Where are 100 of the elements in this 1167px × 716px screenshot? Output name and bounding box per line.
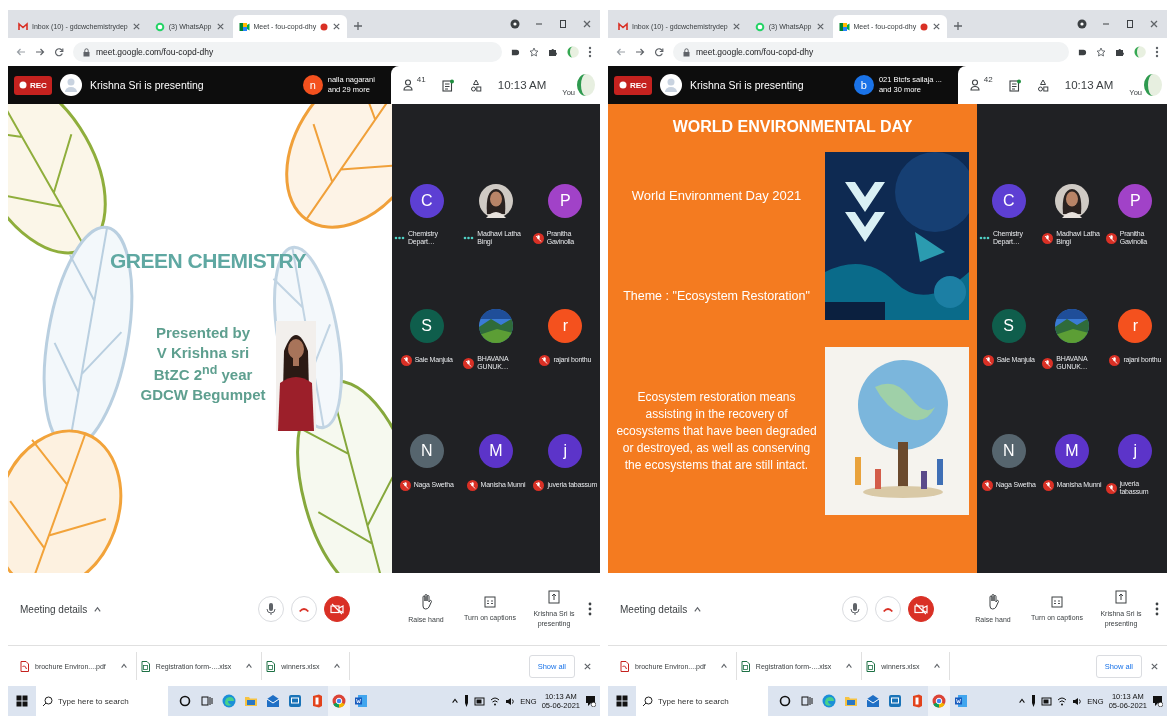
windows-logo-icon[interactable] — [16, 695, 28, 707]
folder-icon[interactable] — [844, 694, 858, 708]
caret-icon[interactable] — [1018, 697, 1027, 705]
mail-icon — [18, 21, 28, 32]
captions-icon — [484, 595, 496, 608]
spreadsheet-file-icon — [140, 660, 150, 672]
browser-icon[interactable] — [222, 694, 236, 708]
search-field[interactable]: Type here to search — [58, 696, 168, 706]
new-tab-icon[interactable] — [953, 21, 964, 31]
circle-icon[interactable] — [779, 695, 791, 707]
record-icon[interactable] — [1077, 19, 1087, 29]
more-icon[interactable] — [588, 602, 592, 616]
star-icon[interactable] — [529, 47, 539, 57]
document-icon[interactable] — [354, 694, 368, 708]
browser-icon[interactable] — [822, 694, 836, 708]
participant-avatar: N — [991, 434, 1026, 468]
close-icon[interactable] — [583, 661, 592, 671]
star-icon[interactable] — [1096, 47, 1106, 57]
meeting-details-button[interactable]: Meeting details — [16, 599, 107, 619]
lock-icon — [83, 47, 90, 57]
task-view-icon[interactable] — [201, 695, 213, 707]
profile-icon[interactable] — [576, 73, 596, 97]
avatar-icon — [59, 74, 82, 96]
puzzle-icon[interactable] — [1115, 47, 1125, 57]
hang-up-button[interactable] — [291, 596, 317, 622]
notification-icon[interactable] — [1152, 695, 1163, 707]
slide-title: WORLD ENVIRONMENTAL DAY — [671, 117, 914, 136]
record-dot-icon — [19, 81, 27, 89]
task-view-icon[interactable] — [801, 695, 813, 707]
notification-icon[interactable] — [585, 695, 596, 707]
camera-button[interactable] — [907, 596, 934, 622]
profile-icon[interactable] — [1143, 73, 1163, 97]
maximize-icon[interactable] — [1125, 19, 1135, 29]
battery-icon[interactable] — [474, 696, 486, 706]
maximize-icon[interactable] — [558, 19, 568, 29]
address-field[interactable]: meet.google.com/fou-copd-dhy — [673, 42, 1069, 62]
more-icon[interactable] — [1155, 46, 1159, 58]
camera-button[interactable] — [324, 596, 350, 622]
chat-icon[interactable] — [1008, 78, 1021, 92]
reload-icon[interactable] — [54, 47, 64, 57]
activities-icon[interactable] — [469, 78, 482, 92]
extension-icon[interactable] — [511, 47, 520, 57]
hand-icon — [420, 593, 432, 610]
close-icon[interactable] — [1149, 19, 1159, 29]
reload-icon[interactable] — [654, 47, 664, 57]
mail-icon[interactable] — [866, 694, 880, 708]
profile-icon[interactable] — [1134, 46, 1146, 58]
meeting-details-button[interactable]: Meeting details — [616, 599, 707, 619]
browser-icon[interactable] — [932, 694, 946, 708]
pen-icon[interactable] — [1031, 695, 1037, 707]
microphone-button[interactable] — [841, 596, 868, 622]
monitor-icon[interactable] — [288, 694, 302, 708]
close-icon[interactable] — [131, 22, 141, 31]
app-icon[interactable] — [911, 694, 923, 708]
record-icon[interactable] — [510, 19, 520, 29]
present-icon — [548, 589, 560, 604]
participant-avatar: P — [548, 184, 583, 218]
close-icon[interactable] — [1150, 661, 1159, 671]
forward-icon[interactable] — [35, 47, 45, 57]
more-icon[interactable] — [1155, 602, 1159, 616]
monitor-icon[interactable] — [888, 694, 902, 708]
browser-icon[interactable] — [332, 694, 346, 708]
close-icon[interactable] — [332, 22, 342, 31]
forward-icon[interactable] — [635, 47, 645, 57]
avatar-icon — [659, 74, 682, 96]
search-field[interactable]: Type here to search — [658, 696, 768, 706]
windows-logo-icon[interactable] — [616, 695, 628, 707]
volume-icon[interactable] — [1072, 696, 1083, 706]
mail-icon[interactable] — [266, 694, 280, 708]
close-icon[interactable] — [215, 22, 225, 31]
battery-icon[interactable] — [1041, 696, 1053, 706]
camera-off-icon — [913, 603, 928, 615]
pen-icon[interactable] — [464, 695, 470, 707]
close-icon[interactable] — [582, 19, 592, 29]
slide-heading: World Environment Day 2021 — [631, 188, 802, 203]
close-icon[interactable] — [815, 22, 825, 31]
close-icon[interactable] — [932, 22, 942, 31]
address-field[interactable]: meet.google.com/fou-copd-dhy — [73, 42, 502, 62]
wifi-icon[interactable] — [490, 696, 501, 706]
new-tab-icon[interactable] — [353, 21, 364, 31]
volume-icon[interactable] — [505, 696, 516, 706]
close-icon[interactable] — [731, 22, 741, 31]
extension-icon[interactable] — [1078, 47, 1087, 57]
search-icon — [42, 695, 53, 707]
profile-icon[interactable] — [567, 46, 579, 58]
phone-icon — [881, 605, 894, 613]
wifi-icon[interactable] — [1057, 696, 1068, 706]
document-icon[interactable] — [954, 694, 968, 708]
chat-icon[interactable] — [441, 78, 454, 92]
puzzle-icon[interactable] — [548, 47, 558, 57]
activities-icon[interactable] — [1036, 78, 1049, 92]
camera-off-icon — [330, 603, 344, 615]
more-icon[interactable] — [588, 46, 592, 58]
folder-icon[interactable] — [244, 694, 258, 708]
lock-icon — [683, 47, 690, 57]
app-icon[interactable] — [311, 694, 323, 708]
circle-icon[interactable] — [179, 695, 191, 707]
caret-icon[interactable] — [451, 697, 460, 705]
microphone-button[interactable] — [258, 596, 284, 622]
caret-icon — [693, 604, 703, 614]
